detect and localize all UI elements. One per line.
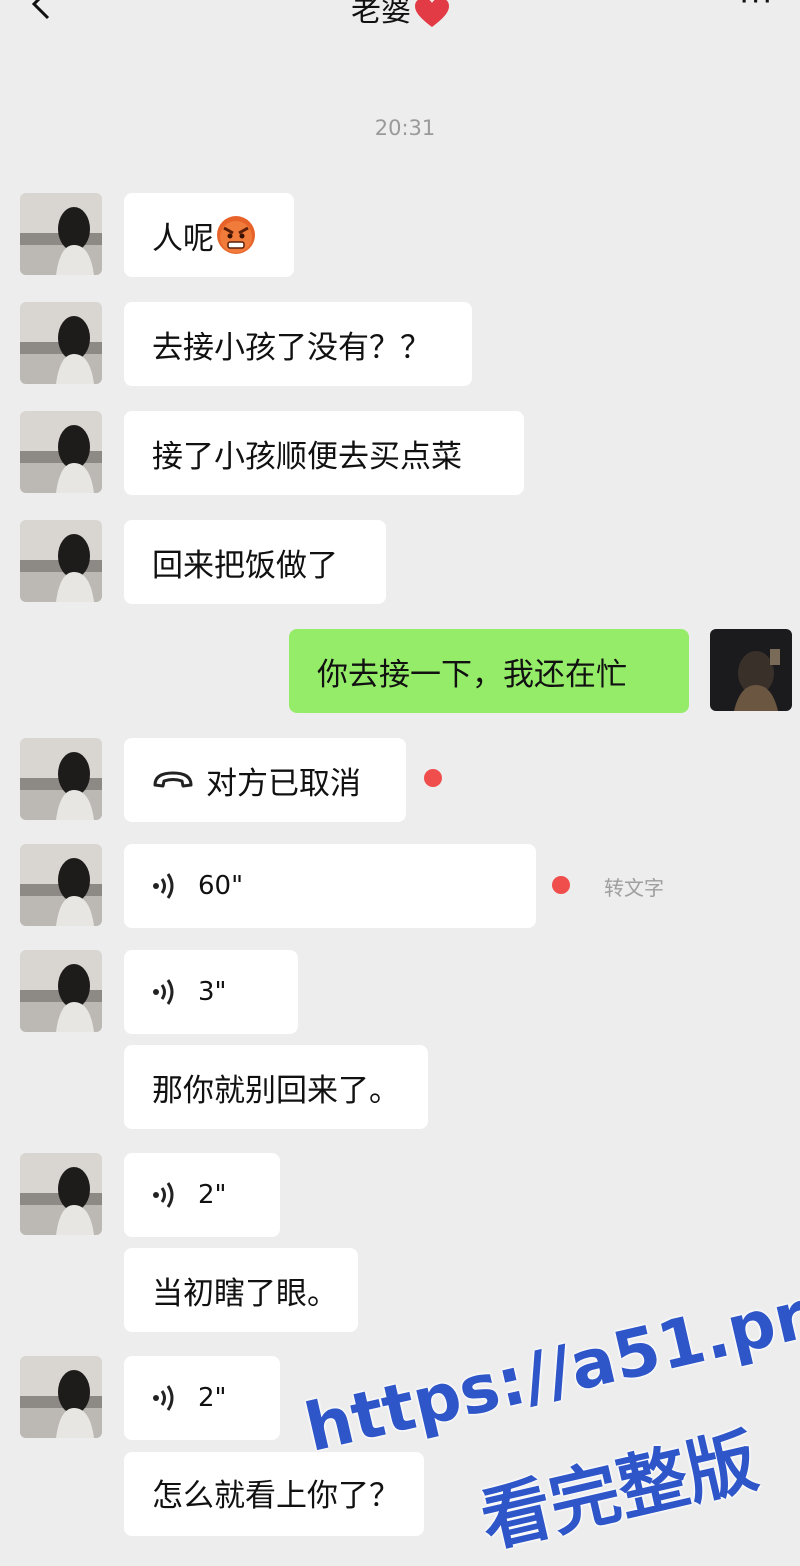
- unread-dot: [552, 876, 570, 894]
- voice-duration: 2": [198, 1383, 227, 1413]
- voice-wave-icon: [152, 978, 188, 1006]
- message-text: 当初瞎了眼。: [152, 1275, 338, 1312]
- message-bubble[interactable]: 去接小孩了没有？？: [124, 302, 472, 386]
- voice-duration: 60": [198, 871, 244, 901]
- contact-avatar[interactable]: [20, 520, 102, 602]
- voice-message-bubble[interactable]: 60": [124, 844, 536, 928]
- message-text: 人呢: [152, 220, 214, 257]
- message-text: 那你就别回来了。: [152, 1072, 400, 1109]
- message-bubble[interactable]: 回来把饭做了: [124, 520, 386, 604]
- message-bubble[interactable]: 当初瞎了眼。: [124, 1248, 358, 1332]
- message-bubble[interactable]: 怎么就看上你了？: [124, 1452, 424, 1536]
- contact-avatar[interactable]: [20, 844, 102, 926]
- message-bubble[interactable]: 接了小孩顺便去买点菜: [124, 411, 524, 495]
- contact-avatar[interactable]: [20, 950, 102, 1032]
- chat-title: 老婆: [0, 0, 800, 30]
- heart-icon: [415, 0, 449, 28]
- voice-message-bubble[interactable]: 2": [124, 1356, 280, 1440]
- watermark-text: 看完整版: [473, 1419, 765, 1563]
- voice-duration: 3": [198, 977, 227, 1007]
- contact-avatar[interactable]: [20, 302, 102, 384]
- angry-face-icon: [216, 215, 256, 255]
- convert-to-text-button[interactable]: 转文字: [604, 872, 664, 901]
- contact-avatar[interactable]: [20, 411, 102, 493]
- call-record-bubble[interactable]: 对方已取消: [124, 738, 406, 822]
- message-text: 去接小孩了没有？？: [152, 329, 431, 366]
- voice-message-bubble[interactable]: 2": [124, 1153, 280, 1237]
- contact-avatar[interactable]: [20, 738, 102, 820]
- contact-avatar[interactable]: [20, 193, 102, 275]
- message-text: 回来把饭做了: [152, 547, 338, 584]
- voice-duration: 2": [198, 1180, 227, 1210]
- message-text: 接了小孩顺便去买点菜: [152, 438, 462, 475]
- phone-hangup-icon: [152, 769, 194, 791]
- message-text: 你去接一下，我还在忙: [317, 656, 627, 693]
- message-timestamp: 20:31: [374, 116, 436, 140]
- self-avatar[interactable]: [710, 629, 792, 711]
- contact-avatar[interactable]: [20, 1356, 102, 1438]
- voice-wave-icon: [152, 1384, 188, 1412]
- contact-avatar[interactable]: [20, 1153, 102, 1235]
- more-options-button[interactable]: ···: [739, 0, 774, 19]
- voice-wave-icon: [152, 872, 188, 900]
- voice-message-bubble[interactable]: 3": [124, 950, 298, 1034]
- outgoing-message-bubble[interactable]: 你去接一下，我还在忙: [289, 629, 689, 713]
- message-text: 怎么就看上你了？: [152, 1478, 400, 1514]
- unread-dot: [424, 769, 442, 787]
- voice-wave-icon: [152, 1181, 188, 1209]
- message-bubble[interactable]: 人呢: [124, 193, 294, 277]
- message-bubble[interactable]: 那你就别回来了。: [124, 1045, 428, 1129]
- call-status-text: 对方已取消: [206, 765, 361, 802]
- contact-name: 老婆: [351, 0, 411, 29]
